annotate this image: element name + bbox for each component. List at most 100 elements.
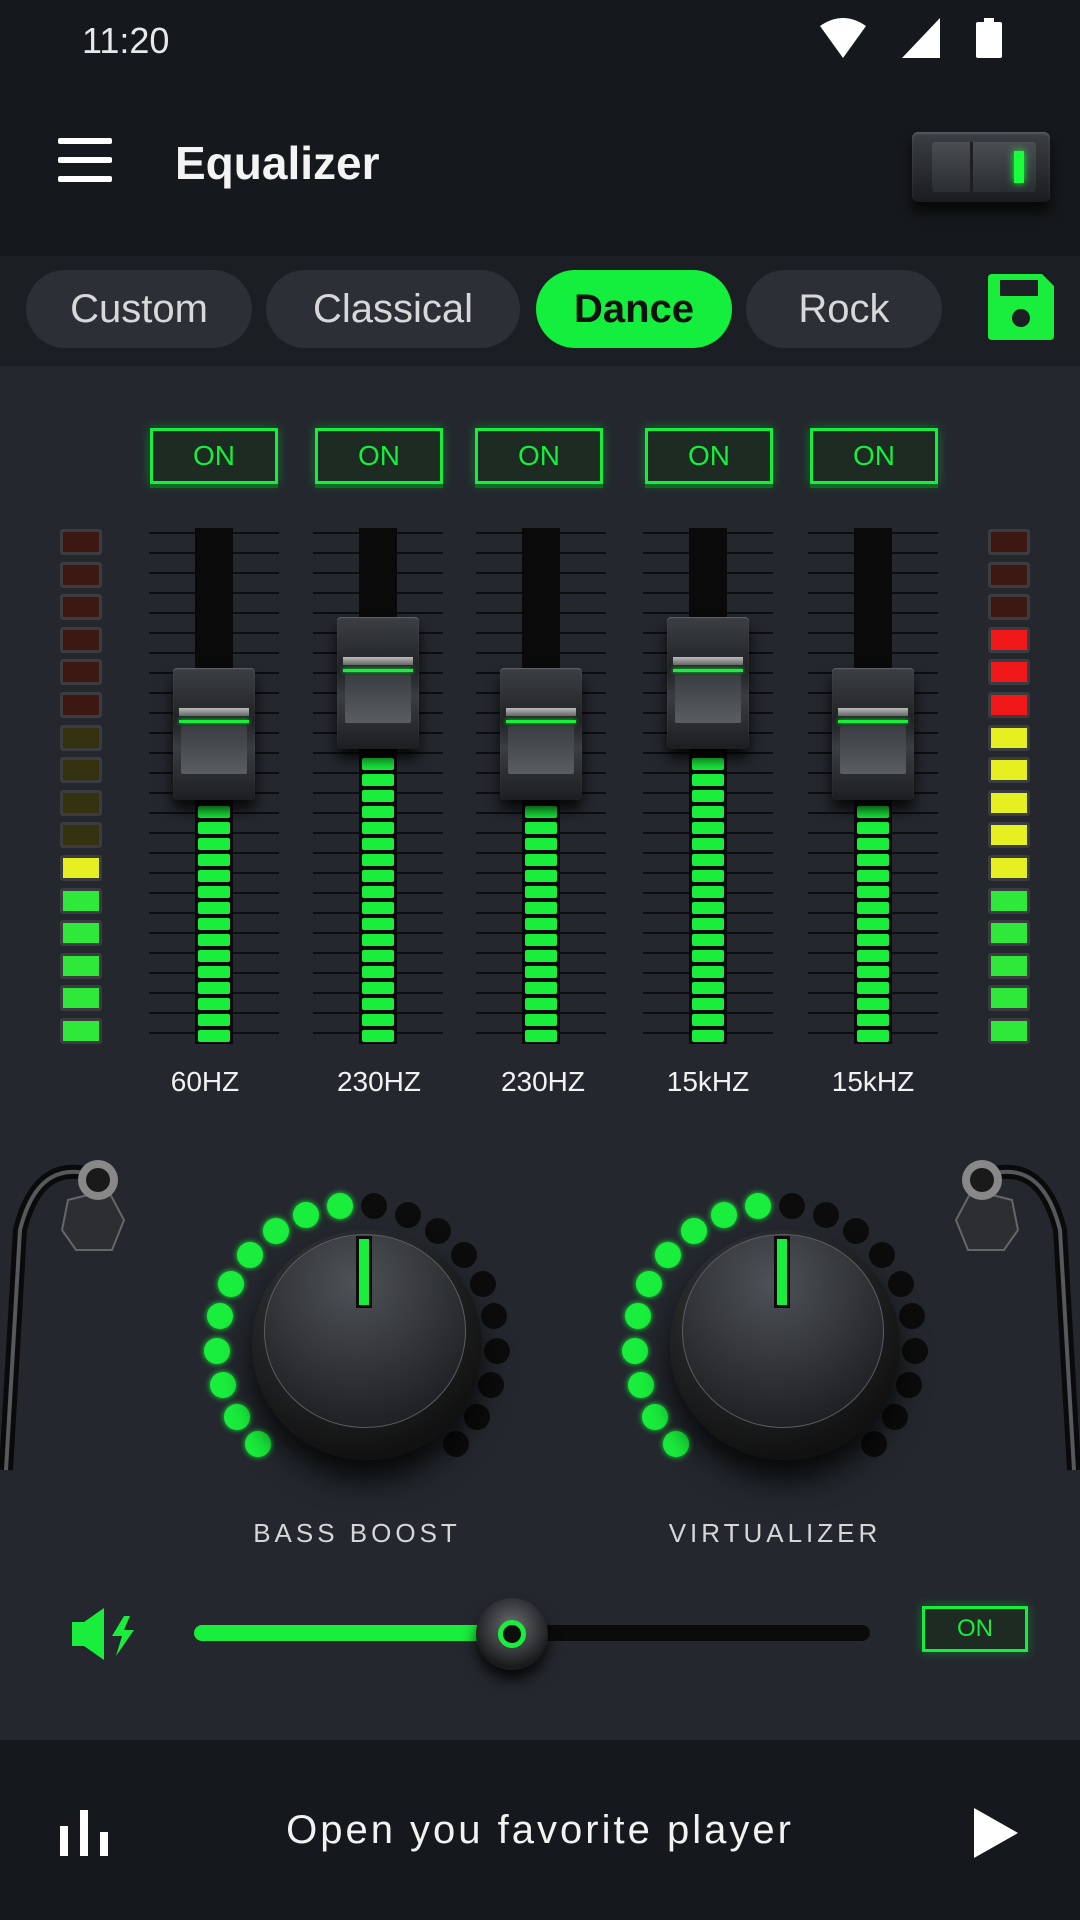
band-3-level-segment <box>525 838 557 850</box>
knob-level-dot <box>627 1371 654 1398</box>
knob-level-dot <box>209 1371 236 1398</box>
knob-level-dot <box>262 1218 289 1245</box>
knob-level-dot <box>218 1270 245 1297</box>
vu-segment <box>60 692 102 718</box>
band-3-fader-handle[interactable] <box>500 668 582 801</box>
band-3-level-segment <box>525 966 557 978</box>
band-4-level-segment <box>692 934 724 946</box>
knob-level-dot <box>478 1371 505 1398</box>
band-3-level-segment <box>525 934 557 946</box>
band-4-toggle[interactable]: ON <box>645 428 773 484</box>
knob-level-dot <box>779 1193 806 1220</box>
vu-segment <box>60 1018 102 1044</box>
band-5-level-segment <box>857 998 889 1010</box>
preset-bar: Custom Classical Dance Rock <box>0 256 1080 366</box>
band-1-level-segment <box>198 902 230 914</box>
knob-level-dot <box>744 1193 771 1220</box>
band-2-level-segment <box>362 998 394 1010</box>
volume-thumb[interactable] <box>475 1598 548 1670</box>
vu-segment <box>60 757 102 784</box>
band-5-level-segment <box>857 1014 889 1026</box>
band-1-toggle[interactable]: ON <box>150 428 278 484</box>
band-3-level-segment <box>525 1030 557 1042</box>
preset-tab-custom[interactable]: Custom <box>26 270 252 348</box>
speaker-boost-icon <box>72 1608 134 1660</box>
band-5-level-segment <box>857 934 889 946</box>
vu-segment <box>988 529 1030 555</box>
band-5-level-segment <box>857 1030 889 1042</box>
knob-level-dot <box>469 1270 496 1297</box>
power-toggle[interactable] <box>912 132 1050 202</box>
player-bar[interactable]: Open you favorite player <box>0 1740 1080 1920</box>
vu-segment <box>988 561 1030 588</box>
band-4-level-segment <box>692 838 724 850</box>
vu-segment <box>988 659 1030 686</box>
knob-level-dot <box>899 1303 926 1330</box>
band-5-level-segment <box>857 918 889 930</box>
vu-segment <box>988 1018 1030 1044</box>
band-4-freq: 15kHZ <box>666 1066 750 1097</box>
vu-segment <box>60 529 102 555</box>
virtualizer-knob[interactable] <box>615 1190 935 1510</box>
band-1-level-segment <box>198 870 230 882</box>
knob-level-dot <box>624 1303 651 1330</box>
vu-segment <box>988 952 1030 979</box>
band-5-level-segment <box>857 966 889 978</box>
band-5-toggle[interactable]: ON <box>810 428 938 484</box>
band-4-fader-handle[interactable] <box>667 616 749 749</box>
open-player-text[interactable]: Open you favorite player <box>0 1808 1080 1853</box>
band-3-level-segment <box>525 1014 557 1026</box>
vu-segment <box>60 985 102 1012</box>
band-1-level-segment <box>198 950 230 962</box>
knob-level-dot <box>237 1241 264 1268</box>
band-5-level-segment <box>857 870 889 882</box>
vu-segment <box>988 855 1030 881</box>
knob-level-dot <box>394 1201 421 1228</box>
knob-level-dot <box>206 1303 233 1330</box>
band-1-fader-handle[interactable] <box>173 668 255 801</box>
play-icon[interactable] <box>974 1808 1018 1858</box>
virtualizer-label: VIRTUALIZER <box>668 1518 882 1548</box>
vu-segment <box>60 887 102 914</box>
knob-level-dot <box>887 1270 914 1297</box>
band-3-level-segment <box>525 902 557 914</box>
band-5-level-segment <box>857 950 889 962</box>
volume-boost-toggle[interactable]: ON <box>922 1606 1028 1652</box>
band-3-level-segment <box>525 806 557 818</box>
band-2-level-segment <box>362 1030 394 1042</box>
status-time: 11:20 <box>82 20 170 61</box>
menu-button[interactable] <box>58 138 114 182</box>
band-2-level-segment <box>362 902 394 914</box>
band-4-level-segment <box>692 982 724 994</box>
knob-level-dot <box>425 1218 452 1245</box>
band-5-fader-handle[interactable] <box>832 668 914 801</box>
knob-level-dot <box>464 1403 491 1430</box>
vu-segment <box>60 952 102 979</box>
preset-tab-rock[interactable]: Rock <box>746 270 942 348</box>
band-2-level-segment <box>362 838 394 850</box>
band-5-level-segment <box>857 902 889 914</box>
band-4-level-segment <box>692 774 724 786</box>
preset-tab-dance[interactable]: Dance <box>536 270 732 348</box>
wifi-icon <box>820 18 866 58</box>
vu-segment <box>988 757 1030 784</box>
vu-segment <box>60 626 102 653</box>
band-2-fader-handle[interactable] <box>337 616 419 749</box>
knob-level-dot <box>483 1337 510 1364</box>
band-2-level-segment <box>362 950 394 962</box>
band-3-toggle[interactable]: ON <box>475 428 603 484</box>
knob-level-dot <box>361 1193 388 1220</box>
band-1-level-segment <box>198 934 230 946</box>
band-2-level-segment <box>362 918 394 930</box>
bass-boost-knob[interactable] <box>197 1190 517 1510</box>
band-2-toggle[interactable]: ON <box>315 428 443 484</box>
preset-tab-classical[interactable]: Classical <box>266 270 520 348</box>
knob-level-dot <box>860 1430 887 1457</box>
page-title: Equalizer <box>175 137 380 189</box>
band-5-freq: 15kHZ <box>831 1066 915 1097</box>
band-2-level-segment <box>362 1014 394 1026</box>
vu-segment <box>60 659 102 686</box>
vu-segment <box>60 789 102 816</box>
vu-segment <box>988 724 1030 751</box>
save-icon[interactable] <box>988 274 1054 340</box>
